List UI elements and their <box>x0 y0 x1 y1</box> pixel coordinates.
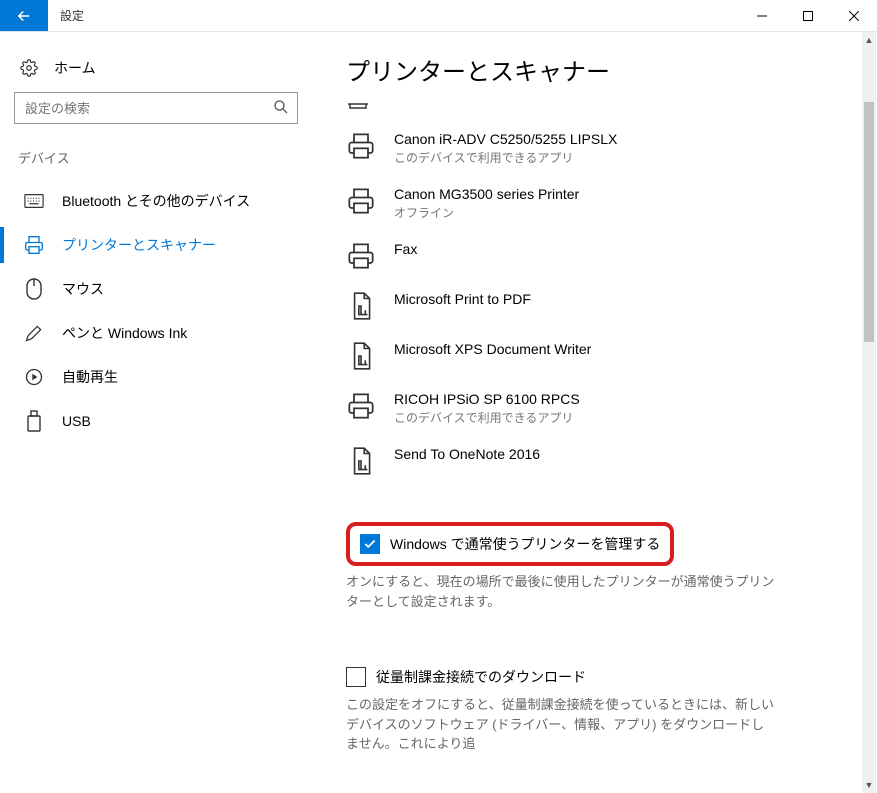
printer-item[interactable]: Microsoft Print to PDF <box>346 281 853 331</box>
printer-name: Send To OneNote 2016 <box>394 446 540 462</box>
sidebar-item-mouse[interactable]: マウス <box>14 267 304 311</box>
highlighted-checkbox-row[interactable]: Windows で通常使うプリンターを管理する <box>346 522 674 566</box>
printer-name: Microsoft Print to PDF <box>394 291 531 307</box>
search-icon <box>272 98 290 116</box>
window-title: 設定 <box>48 0 739 31</box>
sidebar-item-pen[interactable]: ペンと Windows Ink <box>14 311 304 355</box>
sidebar: ホーム デバイス Bluetooth とその他のデバイス プリンターとスキャナー… <box>0 32 310 793</box>
back-button[interactable] <box>0 0 48 31</box>
checkbox-checked[interactable] <box>360 534 380 554</box>
check-icon <box>363 537 377 551</box>
maximize-button[interactable] <box>785 0 831 31</box>
printer-name: Canon iR-ADV C5250/5255 LIPSLX <box>394 131 617 147</box>
search-box[interactable] <box>14 92 298 124</box>
printer-icon <box>346 241 376 271</box>
printer-icon <box>346 186 376 216</box>
printer-name: RICOH IPSiO SP 6100 RPCS <box>394 391 580 407</box>
vertical-scrollbar[interactable]: ▲ ▼ <box>862 32 876 793</box>
printer-icon <box>346 391 376 421</box>
sidebar-item-printers[interactable]: プリンターとスキャナー <box>14 223 304 267</box>
printer-item[interactable]: Microsoft XPS Document Writer <box>346 331 853 381</box>
scroll-up-arrow[interactable]: ▲ <box>862 32 876 48</box>
minimize-button[interactable] <box>739 0 785 31</box>
sidebar-item-label: プリンターとスキャナー <box>62 235 216 255</box>
usb-icon <box>27 410 41 432</box>
printer-item[interactable]: RICOH IPSiO SP 6100 RPCS このデバイスで利用できるアプリ <box>346 381 853 436</box>
pen-icon <box>24 323 44 343</box>
cutoff-item-icon <box>346 97 853 115</box>
option-description: この設定をオフにすると、従量制課金接続を使っているときには、新しいデバイスのソフ… <box>346 695 776 754</box>
scroll-down-arrow[interactable]: ▼ <box>862 777 876 793</box>
titlebar: 設定 <box>0 0 877 32</box>
printer-item[interactable]: Canon iR-ADV C5250/5255 LIPSLX このデバイスで利用で… <box>346 121 853 176</box>
printer-icon <box>346 131 376 161</box>
gear-icon <box>20 59 38 77</box>
printer-icon <box>346 341 376 371</box>
option-description: オンにすると、現在の場所で最後に使用したプリンターが通常使うプリンターとして設定… <box>346 572 776 611</box>
arrow-left-icon <box>15 7 33 25</box>
printer-status: このデバイスで利用できるアプリ <box>394 149 617 166</box>
checkbox-row[interactable]: 従量制課金接続でのダウンロード <box>346 665 853 689</box>
checkbox-unchecked[interactable] <box>346 667 366 687</box>
maximize-icon <box>803 11 813 21</box>
printer-status: このデバイスで利用できるアプリ <box>394 409 580 426</box>
autoplay-icon <box>24 367 44 387</box>
search-input[interactable] <box>14 92 298 124</box>
close-button[interactable] <box>831 0 877 31</box>
option-label: 従量制課金接続でのダウンロード <box>376 667 586 687</box>
minimize-icon <box>757 11 767 21</box>
sidebar-item-autoplay[interactable]: 自動再生 <box>14 355 304 399</box>
sidebar-item-bluetooth[interactable]: Bluetooth とその他のデバイス <box>14 179 304 223</box>
sidebar-home[interactable]: ホーム <box>14 50 304 92</box>
option-default-printer: Windows で通常使うプリンターを管理する オンにすると、現在の場所で最後に… <box>346 522 853 611</box>
sidebar-item-usb[interactable]: USB <box>14 399 304 443</box>
printer-item[interactable]: Canon MG3500 series Printer オフライン <box>346 176 853 231</box>
printer-item[interactable]: Send To OneNote 2016 <box>346 436 853 486</box>
sidebar-item-label: ペンと Windows Ink <box>62 323 187 343</box>
sidebar-item-label: マウス <box>62 279 104 299</box>
printer-name: Canon MG3500 series Printer <box>394 186 579 202</box>
printer-icon <box>346 446 376 476</box>
printer-list: Canon iR-ADV C5250/5255 LIPSLX このデバイスで利用で… <box>346 121 853 486</box>
page-title: プリンターとスキャナー <box>346 52 853 87</box>
printer-icon <box>346 291 376 321</box>
option-label: Windows で通常使うプリンターを管理する <box>390 534 660 554</box>
printer-icon <box>24 235 44 255</box>
option-metered-download: 従量制課金接続でのダウンロード この設定をオフにすると、従量制課金接続を使ってい… <box>346 665 853 754</box>
sidebar-item-label: 自動再生 <box>62 367 118 387</box>
mouse-icon <box>26 278 42 300</box>
sidebar-section-title: デバイス <box>14 148 304 179</box>
sidebar-item-label: Bluetooth とその他のデバイス <box>62 191 250 211</box>
scroll-thumb[interactable] <box>864 102 874 342</box>
main-panel: プリンターとスキャナー Canon iR-ADV C5250/5255 LIPS… <box>310 32 877 793</box>
printer-status: オフライン <box>394 204 579 221</box>
printer-item[interactable]: Fax <box>346 231 853 281</box>
keyboard-icon <box>24 193 44 209</box>
sidebar-item-label: USB <box>62 413 91 429</box>
close-icon <box>849 11 859 21</box>
printer-name: Microsoft XPS Document Writer <box>394 341 591 357</box>
printer-name: Fax <box>394 241 417 257</box>
sidebar-home-label: ホーム <box>54 58 96 78</box>
